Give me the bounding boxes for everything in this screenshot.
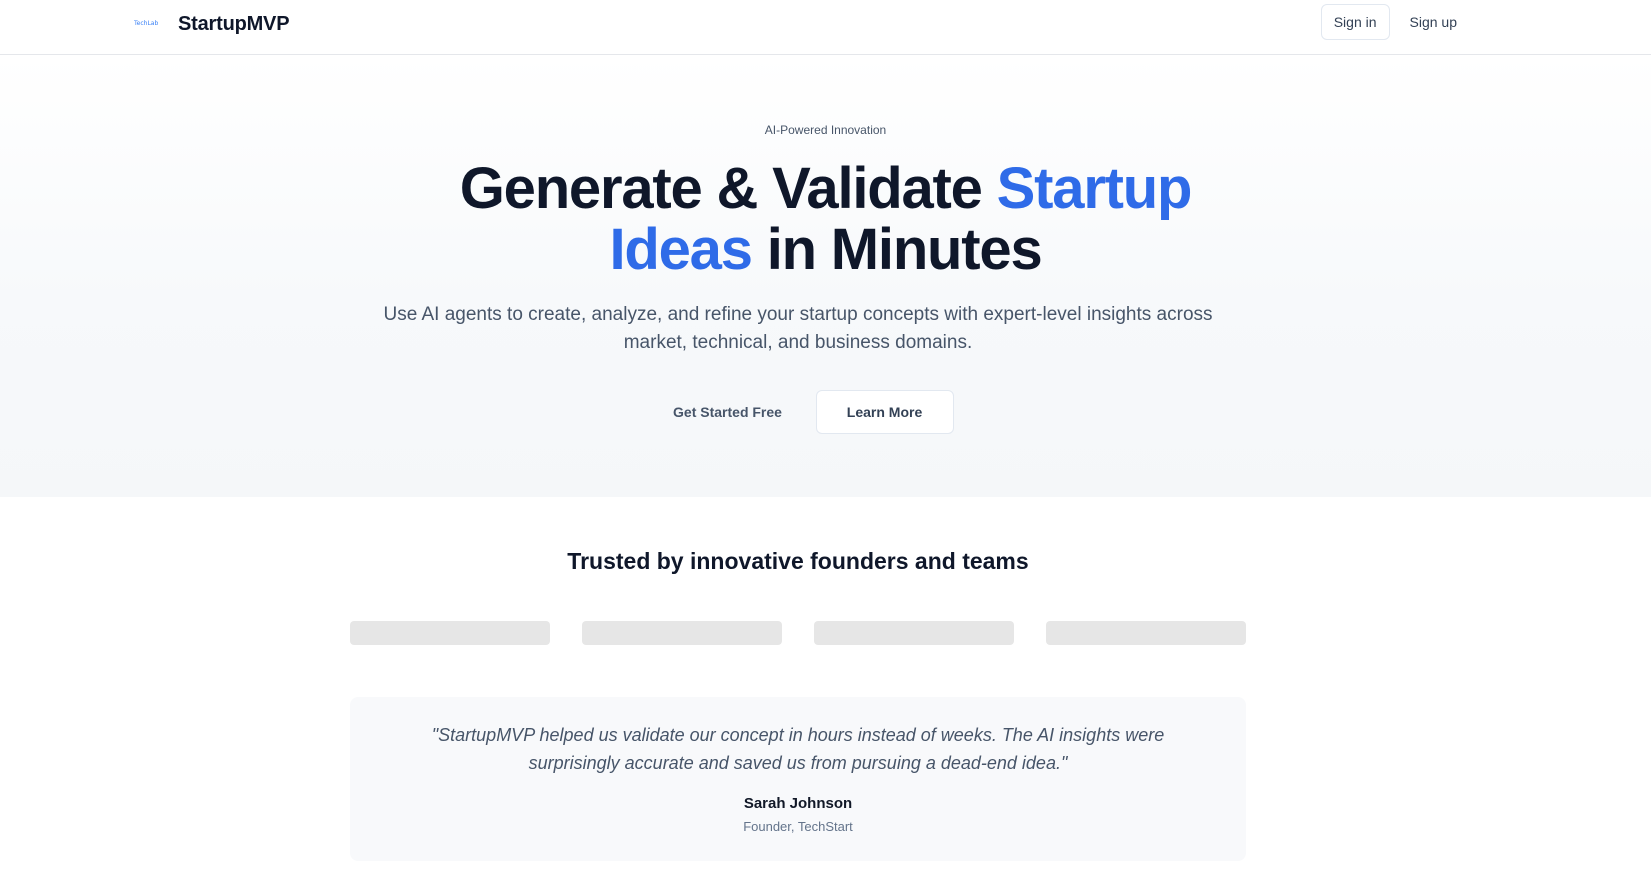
testimonial-role: Founder, TechStart (743, 819, 853, 834)
hero-title-part1: Generate & Validate (459, 156, 997, 221)
hero-title: Generate & Validate Startup Ideas in Minu… (0, 158, 1651, 280)
hero-subtitle: Use AI agents to create, analyze, and re… (383, 304, 1213, 353)
partner-logo-placeholder (582, 621, 782, 645)
testimonial-card: "StartupMVP helped us validate our conce… (350, 697, 1246, 861)
testimonial-author: Sarah Johnson (743, 795, 853, 812)
hero-section: AI-Powered Innovation Generate & Validat… (0, 55, 1651, 497)
brand[interactable]: TechLabs StartupMVP (134, 10, 290, 38)
hero-title-accent-startup: Startup (996, 156, 1193, 221)
sign-in-button[interactable]: Sign in (1320, 4, 1390, 40)
brand-logo-icon: TechLabs (134, 20, 158, 27)
learn-more-button[interactable]: Learn More (815, 390, 954, 434)
hero-title-part2: in Minutes (751, 217, 1043, 282)
hero-title-accent-ideas: Ideas (609, 217, 753, 282)
brand-name: StartupMVP (178, 12, 290, 35)
get-started-button[interactable]: Get Started Free (656, 391, 800, 433)
testimonial-quote: "StartupMVP helped us validate our conce… (431, 725, 1165, 773)
partner-logo-placeholder (1046, 621, 1246, 645)
trusted-title: Trusted by innovative founders and teams (567, 548, 1029, 574)
partner-logo-placeholder (350, 621, 550, 645)
partner-logos (350, 621, 1246, 645)
hero-cta-group: Get Started Free Learn More (0, 390, 1651, 434)
sign-up-button[interactable]: Sign up (1398, 4, 1469, 40)
top-navbar: TechLabs StartupMVP Sign in Sign up (0, 0, 1651, 55)
nav-actions: Sign in Sign up (1320, 4, 1469, 40)
partner-logo-placeholder (814, 621, 1014, 645)
hero-eyebrow: AI-Powered Innovation (764, 123, 887, 137)
